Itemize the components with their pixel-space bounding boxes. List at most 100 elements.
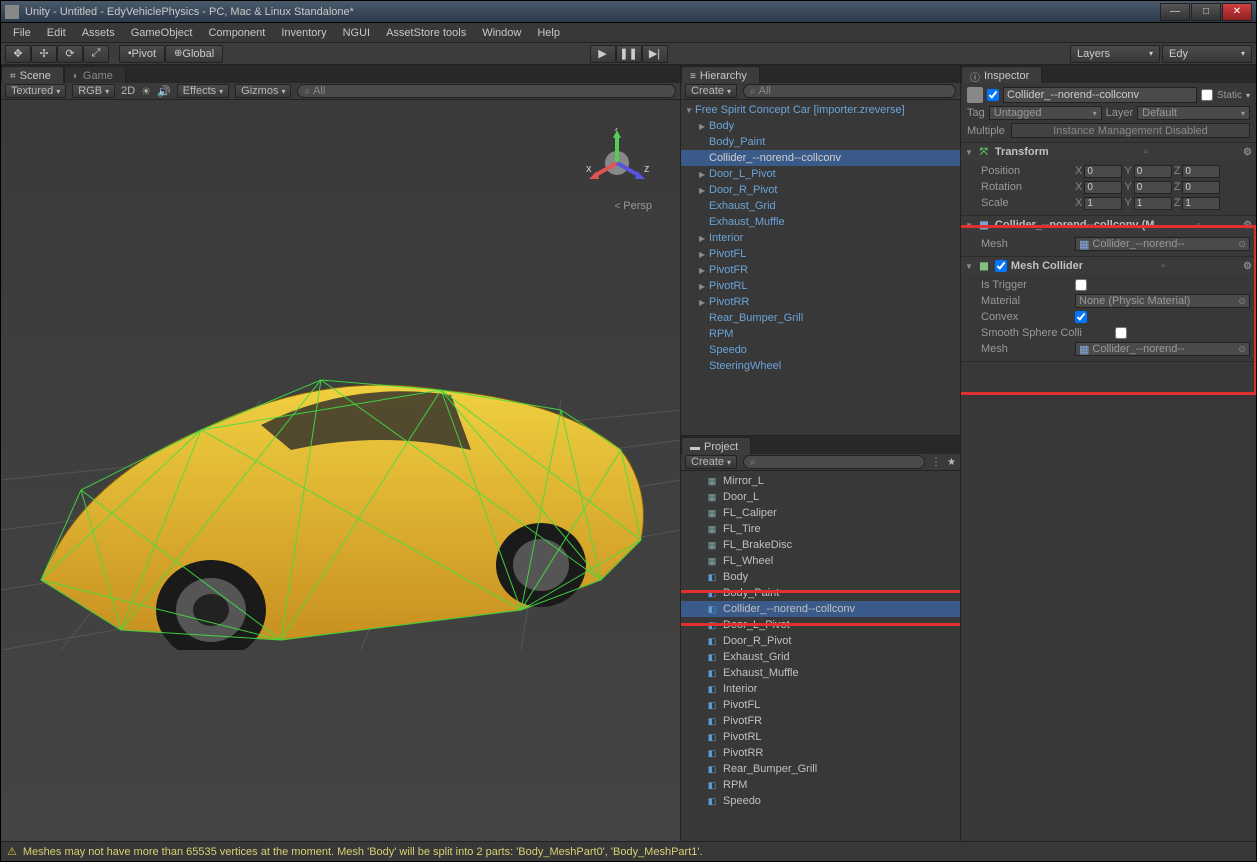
mesh-field[interactable]: ▦Collider_--norend-- [1075,237,1250,251]
project-item[interactable]: ◧Body [681,569,960,585]
rot-y[interactable] [1134,181,1172,194]
project-item[interactable]: ◧PivotRR [681,745,960,761]
rot-z[interactable] [1182,181,1220,194]
menu-edit[interactable]: Edit [41,25,72,41]
convex-checkbox[interactable] [1075,311,1087,323]
hierarchy-list[interactable]: ▼Free Spirit Concept Car [importer.zreve… [681,100,960,435]
help-icon[interactable]: ▫ [1197,220,1201,231]
static-dropdown-icon[interactable]: ▾ [1246,91,1250,100]
project-item[interactable]: ◧Interior [681,681,960,697]
pause-button[interactable]: ❚❚ [616,45,642,63]
orientation-gizmo[interactable]: y x z [582,128,652,198]
hierarchy-item[interactable]: RPM [681,326,960,342]
hierarchy-root[interactable]: ▼Free Spirit Concept Car [importer.zreve… [681,102,960,118]
shading-dropdown[interactable]: Textured [5,84,66,98]
hierarchy-item[interactable]: Exhaust_Muffle [681,214,960,230]
hierarchy-item[interactable]: Body_Paint [681,134,960,150]
project-filter-icon[interactable]: ⋮ [931,457,941,468]
hierarchy-item[interactable]: SteeringWheel [681,358,960,374]
layer-dropdown[interactable]: Default [1137,106,1250,120]
hierarchy-item[interactable]: Rear_Bumper_Grill [681,310,960,326]
hierarchy-item[interactable]: ▶Body [681,118,960,134]
hierarchy-item[interactable]: Speedo [681,342,960,358]
light-toggle[interactable]: ☀ [141,85,151,98]
hierarchy-item[interactable]: Exhaust_Grid [681,198,960,214]
hierarchy-item[interactable]: ▶PivotRL [681,278,960,294]
material-field[interactable]: None (Physic Material) [1075,294,1250,308]
scale-tool[interactable]: ⤢ [83,45,109,63]
hierarchy-item[interactable]: ▶PivotFR [681,262,960,278]
hierarchy-item[interactable]: ▶Door_R_Pivot [681,182,960,198]
name-field[interactable] [1003,87,1197,103]
layers-dropdown[interactable]: Layers [1070,45,1160,63]
help-icon[interactable]: ▫ [1144,147,1148,158]
istrigger-checkbox[interactable] [1075,279,1087,291]
project-item[interactable]: ◧Door_L_Pivot [681,617,960,633]
move-tool[interactable]: ✢ [31,45,57,63]
effects-dropdown[interactable]: Effects [177,84,229,98]
projection-label[interactable]: < Persp [615,200,652,212]
hierarchy-item[interactable]: ▶PivotFL [681,246,960,262]
project-item[interactable]: ▦FL_BrakeDisc [681,537,960,553]
render-dropdown[interactable]: RGB [72,84,115,98]
tab-hierarchy[interactable]: ≡Hierarchy [681,66,760,83]
project-create[interactable]: Create [685,455,737,469]
scale-z[interactable] [1182,197,1220,210]
project-item[interactable]: ◧Collider_--norend--collconv [681,601,960,617]
minimize-button[interactable]: — [1160,3,1190,21]
step-button[interactable]: ▶| [642,45,668,63]
gizmos-dropdown[interactable]: Gizmos [235,84,291,98]
maximize-button[interactable]: □ [1191,3,1221,21]
titlebar[interactable]: Unity - Untitled - EdyVehiclePhysics - P… [1,1,1256,23]
layout-dropdown[interactable]: Edy [1162,45,1252,63]
scale-x[interactable] [1084,197,1122,210]
project-item[interactable]: ◧PivotRL [681,729,960,745]
static-label[interactable]: Static [1217,90,1242,101]
audio-toggle[interactable]: 🔊 [157,85,171,98]
project-item[interactable]: ◧PivotFL [681,697,960,713]
pos-z[interactable] [1182,165,1220,178]
hierarchy-item[interactable]: ▶Door_L_Pivot [681,166,960,182]
menu-gameobject[interactable]: GameObject [125,25,199,41]
project-item[interactable]: ◧Rear_Bumper_Grill [681,761,960,777]
menu-assets[interactable]: Assets [76,25,121,41]
menu-assetstoretools[interactable]: AssetStore tools [380,25,472,41]
global-toggle[interactable]: ⊕ Global [165,45,223,63]
gear-icon[interactable]: ⚙ [1243,220,1252,231]
tag-dropdown[interactable]: Untagged [989,106,1102,120]
meshcollider-header[interactable]: ▼ ▦ Mesh Collider ▫ ⚙ [961,257,1256,275]
tab-inspector[interactable]: ⓘInspector [961,66,1042,83]
project-item[interactable]: ◧PivotFR [681,713,960,729]
tab-scene[interactable]: ⌗Scene [1,66,64,83]
help-icon[interactable]: ▫ [1161,261,1165,272]
project-list[interactable]: ▦Mirror_L▦Door_L▦FL_Caliper▦FL_Tire▦FL_B… [681,471,960,841]
hierarchy-item[interactable]: Collider_--norend--collconv [681,150,960,166]
rotate-tool[interactable]: ⟳ [57,45,83,63]
project-item[interactable]: ◧Exhaust_Grid [681,649,960,665]
statusbar[interactable]: ⚠ Meshes may not have more than 65535 ve… [1,841,1256,861]
gear-icon[interactable]: ⚙ [1243,147,1252,158]
project-search[interactable] [743,455,925,469]
hand-tool[interactable]: ✥ [5,45,31,63]
menu-help[interactable]: Help [531,25,566,41]
hierarchy-item[interactable]: ▶Interior [681,230,960,246]
project-item[interactable]: ▦Door_L [681,489,960,505]
tab-project[interactable]: ▬Project [681,437,751,454]
project-item[interactable]: ▦FL_Caliper [681,505,960,521]
meshcollider-enabled[interactable] [995,260,1007,272]
project-item[interactable]: ◧Exhaust_Muffle [681,665,960,681]
project-item[interactable]: ▦FL_Tire [681,521,960,537]
scene-search[interactable]: All [297,84,676,98]
meshfilter-header[interactable]: ▼ ▦ Collider_--norend--collconv (M ▫ ⚙ [961,216,1256,234]
hierarchy-item[interactable]: ▶PivotRR [681,294,960,310]
static-checkbox[interactable] [1201,89,1213,101]
menu-ngui[interactable]: NGUI [337,25,377,41]
scale-y[interactable] [1134,197,1172,210]
project-item[interactable]: ▦Mirror_L [681,473,960,489]
play-button[interactable]: ▶ [590,45,616,63]
project-item[interactable]: ◧RPM [681,777,960,793]
menu-window[interactable]: Window [476,25,527,41]
2d-toggle[interactable]: 2D [121,85,135,97]
project-save-icon[interactable]: ★ [947,457,956,468]
gameobject-icon[interactable] [967,87,983,103]
